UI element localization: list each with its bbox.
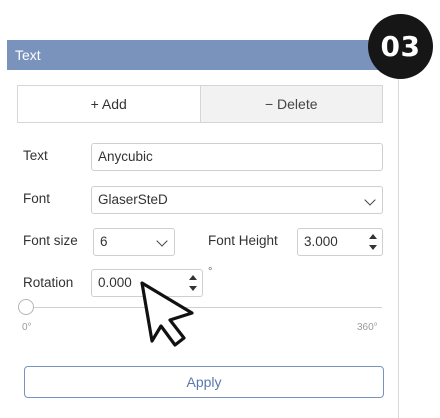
spin-arrows-icon[interactable] — [369, 233, 377, 251]
panel-title: Text — [7, 40, 399, 70]
font-size-label: Font size — [23, 233, 78, 248]
font-size-value: 6 — [100, 234, 108, 249]
chevron-down-icon — [156, 235, 168, 247]
font-label: Font — [23, 191, 51, 206]
font-select[interactable]: GlaserSteD — [91, 186, 383, 214]
mouse-pointer-icon — [140, 281, 194, 347]
font-height-label: Font Height — [208, 233, 278, 248]
slider-max-label: 360° — [357, 322, 378, 333]
rotation-label: Rotation — [23, 275, 74, 290]
add-delete-toggle: + Add − Delete — [17, 85, 383, 123]
apply-button[interactable]: Apply — [24, 366, 384, 398]
delete-button[interactable]: − Delete — [200, 86, 382, 122]
font-height-value: 3.000 — [304, 234, 338, 249]
add-button[interactable]: + Add — [18, 86, 201, 122]
step-badge: 03 — [368, 14, 433, 79]
chevron-down-icon — [364, 194, 376, 206]
text-input[interactable]: Anycubic — [91, 143, 383, 171]
rotation-value: 0.000 — [98, 275, 132, 290]
font-size-select[interactable]: 6 — [93, 228, 175, 256]
rotation-slider-thumb[interactable] — [18, 299, 34, 315]
font-height-input[interactable]: 3.000 — [297, 228, 383, 256]
rotation-unit: ° — [208, 266, 213, 278]
font-select-value: GlaserSteD — [98, 192, 168, 207]
text-label: Text — [23, 148, 48, 163]
slider-min-label: 0° — [22, 322, 32, 333]
